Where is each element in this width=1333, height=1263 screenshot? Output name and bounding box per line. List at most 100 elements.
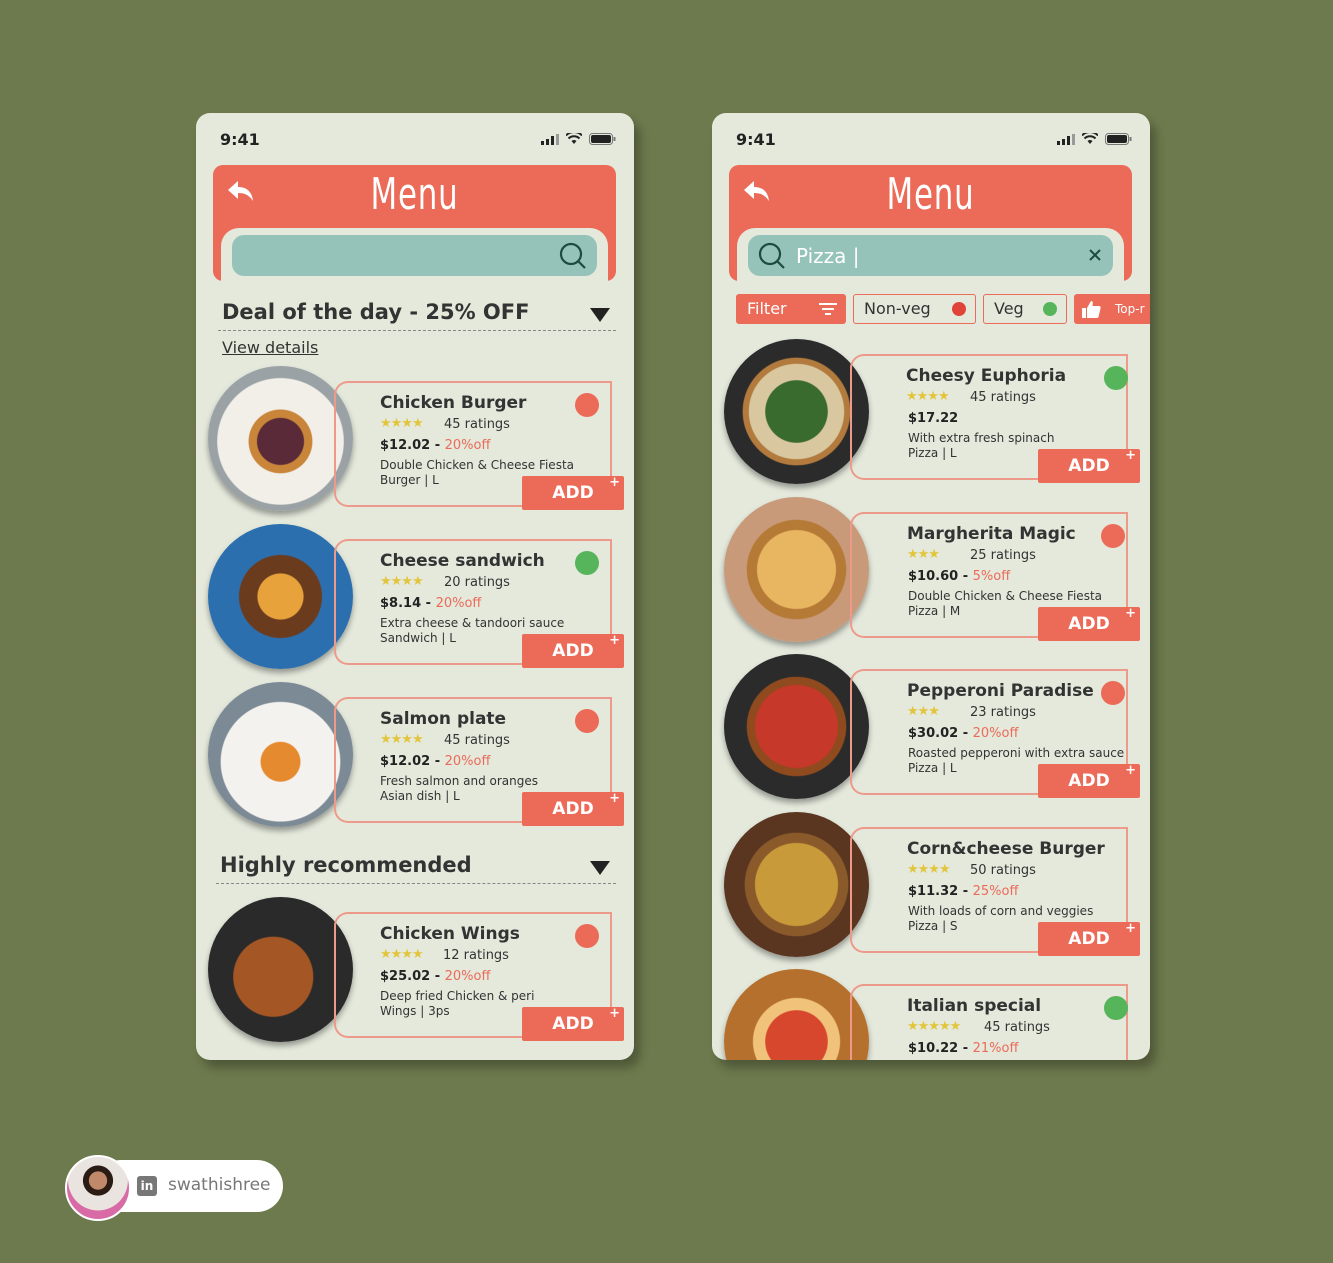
recommended-section-header[interactable]: Highly recommended bbox=[216, 851, 616, 884]
price-value: $17.22 bbox=[908, 411, 959, 426]
menu-header: Menu bbox=[213, 165, 616, 281]
item-name: Salmon plate bbox=[380, 709, 507, 729]
filter-button[interactable]: Filter bbox=[736, 294, 846, 324]
rating-count: 12 ratings bbox=[443, 948, 509, 963]
food-image bbox=[724, 654, 869, 799]
desc-line: Roasted pepperoni with extra sauce bbox=[908, 746, 1125, 760]
price-value: $25.02 bbox=[380, 969, 431, 984]
search-input[interactable]: Pizza | bbox=[748, 235, 1113, 276]
top-rated-filter[interactable]: Top-r bbox=[1074, 294, 1150, 324]
signal-icon bbox=[1057, 133, 1075, 145]
add-button[interactable]: ADD + bbox=[522, 1006, 624, 1041]
add-button[interactable]: ADD + bbox=[522, 633, 624, 668]
veg-filter[interactable]: Veg bbox=[983, 294, 1067, 324]
status-icons bbox=[1057, 133, 1132, 145]
non-veg-label: Non-veg bbox=[864, 299, 931, 318]
item-name: Chicken Burger bbox=[380, 393, 527, 413]
item-price: $10.22 - 21%off bbox=[908, 1041, 1019, 1056]
item-description: Deep fried Chicken & peri Wings | 3ps bbox=[380, 989, 534, 1019]
add-button[interactable]: ADD + bbox=[1038, 921, 1140, 956]
price-value: $10.60 bbox=[908, 569, 959, 584]
wifi-icon bbox=[566, 133, 582, 144]
add-button[interactable]: ADD + bbox=[1038, 763, 1140, 798]
add-button[interactable]: ADD + bbox=[522, 475, 624, 510]
clear-icon[interactable] bbox=[1089, 249, 1101, 261]
view-details-link[interactable]: View details bbox=[222, 338, 318, 357]
plus-icon: + bbox=[609, 475, 620, 490]
item-name: Chicken Wings bbox=[380, 924, 520, 944]
deal-title: Deal of the day - 25% OFF bbox=[222, 300, 530, 324]
item-price: $12.02 - 20%off bbox=[380, 438, 491, 453]
non-veg-icon bbox=[575, 924, 599, 948]
recommended-title: Highly recommended bbox=[220, 853, 472, 877]
rating-count: 45 ratings bbox=[444, 733, 510, 748]
price-value: $12.02 bbox=[380, 438, 431, 453]
battery-icon bbox=[589, 133, 616, 145]
discount: 20%off bbox=[435, 596, 482, 611]
star-rating: ★★★★ bbox=[906, 389, 950, 404]
add-label: ADD bbox=[552, 799, 594, 819]
discount: 25%off bbox=[972, 884, 1019, 899]
list-item[interactable]: Cheese sandwich ★★★★ 20 ratings $8.14 - … bbox=[208, 524, 628, 679]
add-label: ADD bbox=[552, 483, 594, 503]
collapse-arrow-icon[interactable] bbox=[590, 861, 610, 875]
back-arrow-icon[interactable] bbox=[743, 179, 771, 203]
list-item[interactable]: Chicken Wings ★★★★ 12 ratings $25.02 - 2… bbox=[208, 897, 628, 1052]
add-label: ADD bbox=[1068, 614, 1110, 634]
food-image bbox=[208, 897, 353, 1042]
add-button[interactable]: ADD + bbox=[1038, 606, 1140, 641]
list-item[interactable]: Italian special ★★★★★ 45 ratings $10.22 … bbox=[724, 969, 1144, 1060]
profile-tag[interactable]: in swathishree bbox=[65, 1155, 283, 1221]
discount: 20%off bbox=[444, 969, 491, 984]
add-button[interactable]: ADD + bbox=[1038, 448, 1140, 483]
veg-icon bbox=[1104, 366, 1128, 390]
deal-section-header[interactable]: Deal of the day - 25% OFF bbox=[218, 298, 616, 331]
desc-line: Extra cheese & tandoori sauce bbox=[380, 616, 565, 630]
status-time: 9:41 bbox=[736, 130, 776, 149]
search-input[interactable] bbox=[232, 235, 597, 276]
add-label: ADD bbox=[1068, 929, 1110, 949]
list-item[interactable]: Margherita Magic ★★★ 25 ratings $10.60 -… bbox=[724, 497, 1144, 652]
item-price: $8.14 - 20%off bbox=[380, 596, 482, 611]
rating-count: 45 ratings bbox=[444, 417, 510, 432]
filter-icon bbox=[819, 303, 837, 315]
item-name: Cheesy Euphoria bbox=[906, 366, 1067, 386]
veg-dot-icon bbox=[1043, 302, 1057, 316]
add-label: ADD bbox=[552, 641, 594, 661]
list-item[interactable]: Chicken Burger ★★★★ 45 ratings $12.02 - … bbox=[208, 366, 628, 521]
list-item[interactable]: Corn&cheese Burger ★★★★ 50 ratings $11.3… bbox=[724, 812, 1144, 967]
profile-handle: swathishree bbox=[168, 1175, 271, 1195]
item-price: $10.60 - 5%off bbox=[908, 569, 1011, 584]
rating-count: 45 ratings bbox=[970, 390, 1036, 405]
desc-line: Asian dish | L bbox=[380, 789, 460, 803]
status-icons bbox=[541, 133, 616, 145]
list-item[interactable]: Cheesy Euphoria ★★★★ 45 ratings $17.22 W… bbox=[724, 339, 1144, 494]
item-price: $17.22 bbox=[908, 411, 958, 426]
search-icon[interactable] bbox=[559, 242, 587, 270]
non-veg-icon bbox=[1101, 681, 1125, 705]
item-price: $12.02 - 20%off bbox=[380, 754, 491, 769]
back-arrow-icon[interactable] bbox=[227, 179, 255, 203]
star-rating: ★★★★ bbox=[907, 862, 951, 877]
linkedin-icon: in bbox=[137, 1176, 157, 1196]
rating-count: 25 ratings bbox=[970, 548, 1036, 563]
rating-count: 23 ratings bbox=[970, 705, 1036, 720]
non-veg-icon bbox=[575, 709, 599, 733]
signal-icon bbox=[541, 133, 559, 145]
non-veg-dot-icon bbox=[952, 302, 966, 316]
food-image bbox=[208, 682, 353, 827]
desc-line: Double Chicken & Cheese Fiesta bbox=[908, 589, 1103, 603]
desc-line: With extra fresh spinach bbox=[908, 431, 1055, 445]
list-item[interactable]: Pepperoni Paradise ★★★ 23 ratings $30.02… bbox=[724, 654, 1144, 809]
item-name: Corn&cheese Burger bbox=[907, 839, 1105, 859]
add-button[interactable]: ADD + bbox=[522, 791, 624, 826]
battery-icon bbox=[1105, 133, 1132, 145]
add-label: ADD bbox=[552, 1014, 594, 1034]
item-price: $11.32 - 25%off bbox=[908, 884, 1019, 899]
list-item[interactable]: Salmon plate ★★★★ 45 ratings $12.02 - 20… bbox=[208, 682, 628, 837]
status-time: 9:41 bbox=[220, 130, 260, 149]
desc-line: With loads of corn and veggies bbox=[908, 904, 1094, 918]
non-veg-filter[interactable]: Non-veg bbox=[853, 294, 976, 324]
collapse-arrow-icon[interactable] bbox=[590, 308, 610, 322]
plus-icon: + bbox=[609, 1006, 620, 1021]
